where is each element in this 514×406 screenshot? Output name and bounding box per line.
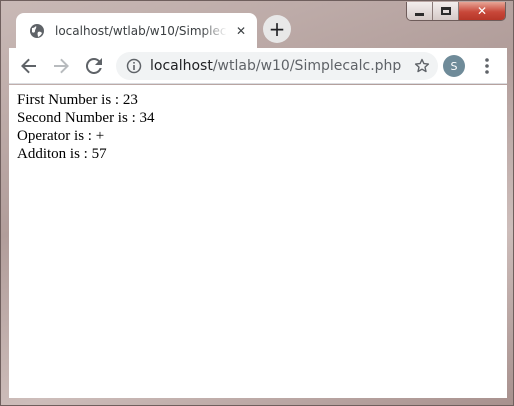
result-line: Additon is : 57: [17, 146, 107, 162]
url-host: localhost: [150, 58, 213, 74]
info-icon[interactable]: [126, 58, 142, 74]
tab-title: localhost/wtlab/w10/Simplecalc.php: [55, 23, 227, 38]
avatar-letter: S: [450, 59, 458, 73]
forward-button[interactable]: [49, 54, 73, 78]
browser-toolbar: localhost/wtlab/w10/Simplecalc.php S: [9, 48, 507, 84]
back-button[interactable]: [17, 54, 41, 78]
page-viewport: First Number is : 23 Second Number is : …: [9, 85, 507, 398]
browser-window: ✕ localhost/wtlab/w10/Simplecalc.php ✕ +: [0, 0, 514, 406]
browser-tab[interactable]: localhost/wtlab/w10/Simplecalc.php ✕: [16, 13, 257, 48]
second-number-line: Second Number is : 34: [17, 110, 155, 126]
url-text: localhost/wtlab/w10/Simplecalc.php: [150, 58, 401, 74]
minimize-icon: [415, 12, 424, 16]
menu-button[interactable]: [479, 54, 495, 78]
new-tab-button[interactable]: +: [263, 15, 291, 43]
close-icon: ✕: [476, 4, 488, 18]
url-path: /wtlab/w10/Simplecalc.php: [212, 58, 402, 74]
address-bar[interactable]: localhost/wtlab/w10/Simplecalc.php: [116, 52, 438, 80]
forward-arrow-icon: [54, 58, 69, 74]
profile-avatar[interactable]: S: [443, 55, 465, 77]
window-controls: ✕: [406, 2, 506, 21]
menu-dots-icon: [485, 58, 489, 74]
operator-line: Operator is : +: [17, 128, 105, 144]
maximize-button[interactable]: [433, 2, 459, 20]
star-icon[interactable]: [414, 58, 430, 74]
back-arrow-icon: [21, 58, 36, 74]
tab-close-icon[interactable]: ✕: [233, 23, 249, 39]
minimize-button[interactable]: [407, 2, 433, 20]
page-content: First Number is : 23 Second Number is : …: [9, 85, 507, 163]
first-number-line: First Number is : 23: [17, 92, 138, 108]
reload-button[interactable]: [82, 54, 106, 78]
close-window-button[interactable]: ✕: [459, 2, 505, 20]
reload-icon: [86, 58, 102, 74]
maximize-icon: [440, 7, 451, 15]
plus-icon: +: [268, 17, 286, 41]
globe-icon: [29, 23, 45, 39]
